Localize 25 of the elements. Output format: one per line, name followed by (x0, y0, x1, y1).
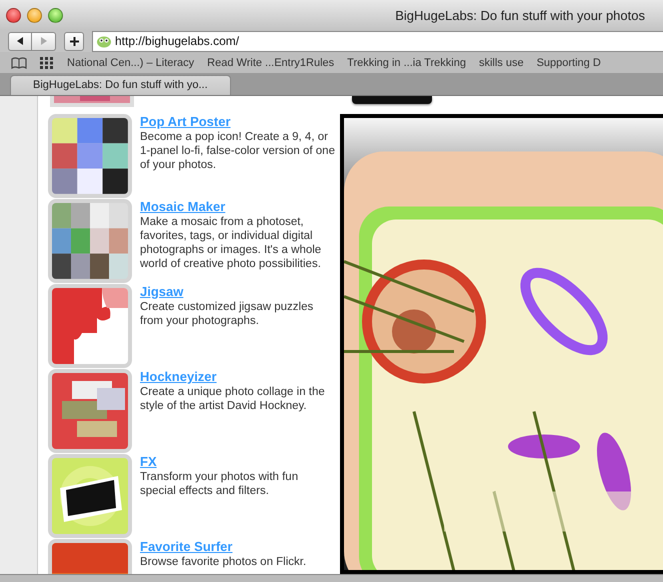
tool-description: Become a pop icon! Create a 9, 4, or 1-panel lo-fi, false-color version of one of your photos. (140, 130, 336, 172)
grid-icon[interactable] (40, 56, 54, 68)
tool-description: Transform your photos with fun special effects and filters. (140, 470, 300, 498)
back-arrow-icon (15, 36, 25, 46)
bookmark-link[interactable]: Trekking in ...ia Trekking (347, 56, 466, 68)
bookmark-link[interactable]: National Cen...) – Literacy (67, 56, 194, 68)
tool-description: Create a unique photo collage in the style of the artist David Hockney. (140, 385, 326, 413)
tool-description: Browse favorite photos on Flickr. (140, 555, 306, 569)
tool-description: Create customized jigsaw puzzles from your photographs. (140, 300, 314, 328)
tool-description: Make a mosaic from a photoset, favorites, tags, or individual digital photographs or images. It's a whole world of creative photo possibilities. (140, 215, 322, 271)
add-bookmark-button[interactable] (64, 32, 84, 50)
back-button[interactable] (8, 32, 32, 50)
browser-tab[interactable]: BigHugeLabs: Do fun stuff with yo... (10, 75, 231, 95)
book-icon[interactable] (11, 56, 27, 68)
bookmark-link[interactable]: skills use (478, 56, 524, 68)
window-title: BigHugeLabs: Do fun stuff with your photos (395, 8, 645, 22)
address-field[interactable]: http://bighugelabs.com/ (92, 30, 663, 52)
plus-icon (68, 36, 80, 46)
site-icon (96, 34, 112, 48)
forward-arrow-icon (38, 36, 48, 46)
minimize-button[interactable] (27, 8, 42, 22)
zoom-button[interactable] (48, 8, 63, 22)
bookmark-link[interactable]: Supporting D (536, 56, 601, 68)
close-button[interactable] (6, 8, 21, 22)
bookmark-link[interactable]: Read Write ...Entry1Rules (207, 56, 334, 68)
